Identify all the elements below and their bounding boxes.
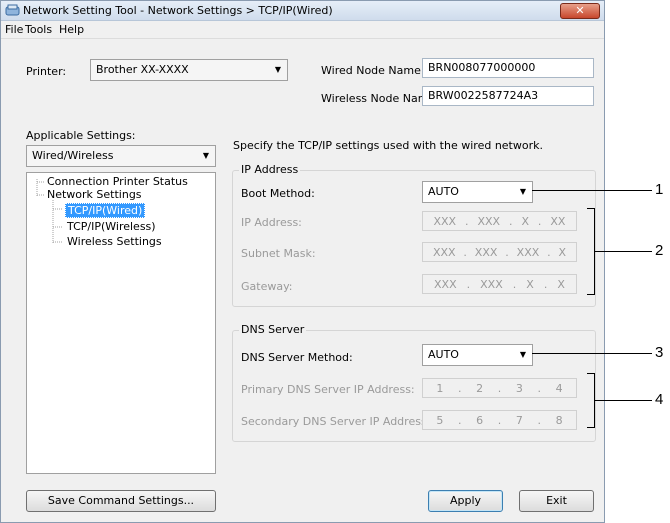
ip-dot: . <box>466 277 471 291</box>
ip-dot: . <box>463 245 467 259</box>
ip-octet: X <box>521 214 529 228</box>
settings-tree: Connection Printer Status Network Settin… <box>26 172 216 474</box>
tree-item-network-settings[interactable]: Network Settings <box>47 188 142 201</box>
ip-octet: XX <box>550 214 566 228</box>
ip-dot: . <box>465 214 469 228</box>
secondary-dns-field: 5. 6. 7. 8 <box>422 410 577 430</box>
network-setting-window: Network Setting Tool - Network Settings … <box>0 0 605 523</box>
ip-octet: XXX <box>474 245 498 259</box>
dns-method-value: AUTO <box>428 348 459 361</box>
ip-address-label: IP Address: <box>241 216 302 229</box>
ip-octet: XXX <box>432 245 456 259</box>
ip-dot: . <box>537 381 542 395</box>
wired-node-label: Wired Node Name: <box>321 64 425 77</box>
title-bar: Network Setting Tool - Network Settings … <box>1 1 604 21</box>
menu-help[interactable]: Help <box>59 23 84 36</box>
ip-octet: 5 <box>436 413 444 427</box>
wired-node-field[interactable]: BRN008077000000 <box>422 58 594 78</box>
callout-4: 4 <box>655 391 664 408</box>
menu-file[interactable]: File <box>5 23 23 36</box>
callout-bracket-2 <box>587 208 595 295</box>
callout-line-3 <box>532 353 652 354</box>
ip-dot: . <box>497 381 502 395</box>
tree-item-tcpip-wired[interactable]: TCP/IP(Wired) <box>65 203 146 218</box>
ip-dot: . <box>497 413 502 427</box>
ip-octet: XXX <box>477 214 501 228</box>
chevron-down-icon: ▼ <box>202 151 209 160</box>
ip-dot: . <box>547 245 551 259</box>
chevron-down-icon: ▼ <box>519 187 526 196</box>
exit-button[interactable]: Exit <box>519 490 594 512</box>
tree-item-connection-status[interactable]: Connection Printer Status <box>47 175 188 188</box>
callout-line-2 <box>595 251 652 252</box>
dns-method-select[interactable]: AUTO ▼ <box>422 344 533 366</box>
ip-octet: 4 <box>555 381 563 395</box>
ip-octet: XXX <box>480 277 503 291</box>
ip-octet: XXX <box>516 245 540 259</box>
apply-button[interactable]: Apply <box>428 490 503 512</box>
printer-label: Printer: <box>26 65 67 78</box>
callout-2: 2 <box>655 242 664 259</box>
secondary-dns-label: Secondary DNS Server IP Address: <box>241 415 431 428</box>
boot-method-label: Boot Method: <box>241 187 315 200</box>
callout-1: 1 <box>655 181 664 198</box>
ip-octet: 7 <box>515 413 523 427</box>
callout-bracket-4 <box>587 373 595 428</box>
ip-dot: . <box>543 277 548 291</box>
ip-octet: 8 <box>555 413 563 427</box>
menu-tools[interactable]: Tools <box>25 23 52 36</box>
ip-octet: X <box>558 245 567 259</box>
callout-3: 3 <box>655 344 664 361</box>
description-text: Specify the TCP/IP settings used with th… <box>233 139 543 152</box>
ip-dot: . <box>509 214 513 228</box>
ip-dot: . <box>537 413 542 427</box>
network-tool-icon <box>5 4 20 16</box>
primary-dns-field: 1. 2. 3. 4 <box>422 378 577 398</box>
tree-item-wireless-settings[interactable]: Wireless Settings <box>67 235 162 248</box>
ip-dot: . <box>457 413 462 427</box>
printer-value: Brother XX-XXXX <box>96 63 189 76</box>
ip-octet: X <box>557 277 565 291</box>
ip-dot: . <box>512 277 517 291</box>
wireless-node-field[interactable]: BRW0022587724A3 <box>422 86 594 106</box>
tree-item-tcpip-wireless[interactable]: TCP/IP(Wireless) <box>67 220 156 233</box>
ip-dot: . <box>457 381 462 395</box>
gateway-label: Gateway: <box>241 280 293 293</box>
primary-dns-label: Primary DNS Server IP Address: <box>241 383 415 396</box>
applicable-label: Applicable Settings: <box>26 129 136 142</box>
applicable-value: Wired/Wireless <box>32 149 114 162</box>
subnet-mask-label: Subnet Mask: <box>241 247 316 260</box>
chevron-down-icon: ▼ <box>519 350 526 359</box>
ip-dot: . <box>505 245 509 259</box>
ip-group-title: IP Address <box>239 163 301 176</box>
ip-address-field: XXX. XXX. X. XX <box>422 211 577 231</box>
menu-bar: File Tools Help <box>1 21 604 39</box>
callout-line-1 <box>532 190 652 191</box>
ip-octet: X <box>526 277 534 291</box>
dns-group-title: DNS Server <box>239 323 307 336</box>
ip-octet: XXX <box>433 214 457 228</box>
applicable-select[interactable]: Wired/Wireless ▼ <box>26 145 216 167</box>
dns-method-label: DNS Server Method: <box>241 351 353 364</box>
ip-octet: 2 <box>476 381 484 395</box>
subnet-mask-field: XXX. XXX. XXX. X <box>422 242 577 262</box>
gateway-field: XXX. XXX. X. X <box>422 274 577 294</box>
chevron-down-icon: ▼ <box>274 65 281 74</box>
window-title: Network Setting Tool - Network Settings … <box>23 4 333 17</box>
ip-octet: 6 <box>476 413 484 427</box>
ip-octet: XXX <box>434 277 457 291</box>
save-command-settings-button[interactable]: Save Command Settings... <box>26 490 216 512</box>
ip-octet: 1 <box>436 381 444 395</box>
boot-method-select[interactable]: AUTO ▼ <box>422 181 533 203</box>
printer-select[interactable]: Brother XX-XXXX ▼ <box>90 59 288 81</box>
boot-method-value: AUTO <box>428 185 459 198</box>
callout-line-4 <box>595 400 652 401</box>
ip-octet: 3 <box>515 381 523 395</box>
close-button[interactable]: ✕ <box>560 3 600 19</box>
ip-dot: . <box>537 214 542 228</box>
